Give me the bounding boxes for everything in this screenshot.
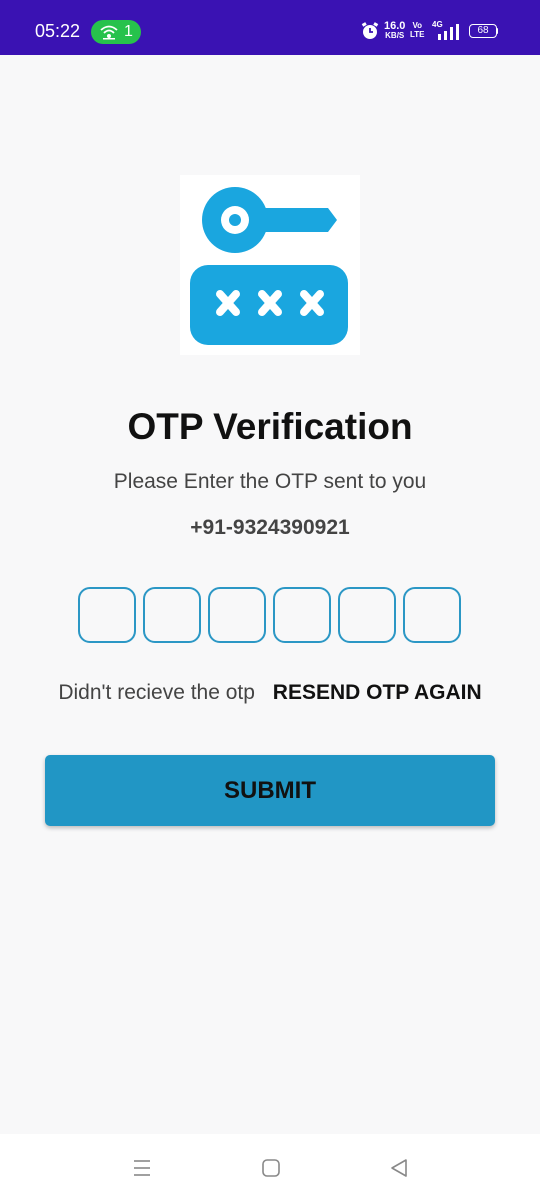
key-password-icon <box>190 187 348 345</box>
net-speed-value: 16.0 <box>384 20 406 32</box>
subtitle: Please Enter the OTP sent to you <box>113 470 427 493</box>
status-bar: 05:22 1 16.0 KB/S Vo LTE 4G 68 <box>0 0 540 55</box>
net-speed: 16.0 KB/S <box>384 21 405 41</box>
otp-digit-6[interactable] <box>403 587 461 643</box>
navigation-bar <box>0 1134 540 1200</box>
resend-row: Didn't recieve the otp RESEND OTP AGAIN <box>0 681 540 705</box>
otp-digit-2[interactable] <box>143 587 201 643</box>
hotspot-indicator[interactable]: 1 <box>91 20 141 44</box>
hotspot-icon <box>100 25 118 40</box>
volte-top: Vo <box>412 21 423 30</box>
resend-prompt: Didn't recieve the otp <box>58 681 255 704</box>
page-title: OTP Verification <box>127 406 413 447</box>
resend-otp-link[interactable]: RESEND OTP AGAIN <box>273 681 482 704</box>
status-time: 05:22 <box>35 21 81 41</box>
phone-number: +91-9324390921 <box>190 516 350 539</box>
otp-digit-1[interactable] <box>78 587 136 643</box>
alarm-icon <box>361 22 379 39</box>
home-icon[interactable] <box>261 1158 281 1178</box>
otp-digit-5[interactable] <box>338 587 396 643</box>
signal-icon <box>438 24 459 40</box>
recents-icon[interactable] <box>132 1158 152 1178</box>
back-icon[interactable] <box>389 1158 409 1178</box>
otp-digit-3[interactable] <box>208 587 266 643</box>
volte-bottom: LTE <box>410 30 425 39</box>
otp-logo <box>180 175 360 355</box>
battery-tip <box>496 28 498 34</box>
battery-level: 68 <box>477 25 489 36</box>
submit-button[interactable]: SUBMIT <box>45 755 495 826</box>
otp-digit-4[interactable] <box>273 587 331 643</box>
hotspot-count: 1 <box>124 23 133 40</box>
volte-indicator: Vo LTE <box>410 21 425 39</box>
otp-input-row <box>78 587 462 647</box>
net-speed-unit: KB/S <box>385 31 405 40</box>
battery-icon: 68 <box>469 24 498 38</box>
